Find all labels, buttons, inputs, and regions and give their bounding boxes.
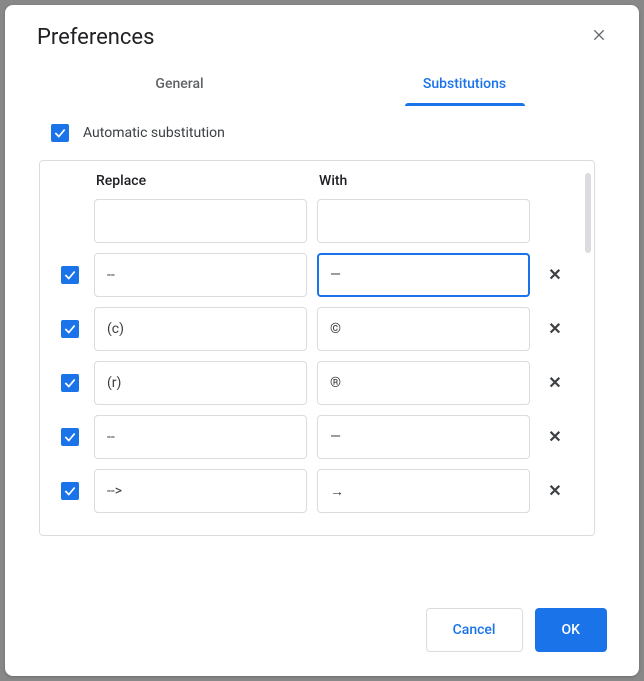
- check-icon: [63, 268, 77, 282]
- table-row: ✕: [56, 361, 570, 405]
- check-icon: [63, 430, 77, 444]
- row-checkbox[interactable]: [61, 374, 79, 392]
- with-input[interactable]: [317, 307, 530, 351]
- with-input[interactable]: [317, 361, 530, 405]
- table-row: ✕: [56, 469, 570, 513]
- table-row: ✕: [56, 253, 570, 297]
- dialog-footer: Cancel OK: [5, 584, 639, 676]
- row-checkbox[interactable]: [61, 428, 79, 446]
- table-row-new: [56, 199, 570, 243]
- table-row: ✕: [56, 307, 570, 351]
- ok-button[interactable]: OK: [535, 608, 608, 652]
- scrollbar[interactable]: [585, 173, 591, 253]
- replace-input[interactable]: [94, 415, 307, 459]
- close-button[interactable]: [587, 26, 611, 50]
- check-icon: [53, 126, 67, 140]
- preferences-dialog: Preferences General Substitutions Automa…: [5, 5, 639, 676]
- row-checkbox[interactable]: [61, 320, 79, 338]
- delete-row-button[interactable]: ✕: [544, 369, 565, 397]
- delete-row-button[interactable]: ✕: [544, 261, 565, 289]
- table-row: ✕: [56, 415, 570, 459]
- delete-row-button[interactable]: ✕: [544, 477, 565, 505]
- replace-input[interactable]: [94, 253, 307, 297]
- auto-substitution-label: Automatic substitution: [83, 125, 225, 141]
- with-input[interactable]: [317, 253, 530, 297]
- replace-input-new[interactable]: [94, 199, 307, 243]
- row-checkbox[interactable]: [61, 482, 79, 500]
- replace-input[interactable]: [94, 469, 307, 513]
- delete-row-button[interactable]: ✕: [544, 423, 565, 451]
- replace-input[interactable]: [94, 361, 307, 405]
- cancel-button[interactable]: Cancel: [426, 608, 523, 652]
- delete-row-button[interactable]: ✕: [544, 315, 565, 343]
- replace-input[interactable]: [94, 307, 307, 351]
- delete-icon: ✕: [548, 267, 561, 284]
- header-with: With: [317, 173, 530, 189]
- with-input[interactable]: [317, 469, 530, 513]
- close-icon: [591, 27, 607, 48]
- auto-substitution-row: Automatic substitution: [51, 124, 607, 142]
- delete-icon: ✕: [548, 321, 561, 338]
- substitution-table: Replace With: [39, 160, 595, 536]
- check-icon: [63, 376, 77, 390]
- tab-general[interactable]: General: [37, 64, 322, 106]
- tab-substitutions[interactable]: Substitutions: [322, 64, 607, 106]
- table-header: Replace With: [56, 173, 570, 189]
- table-scroll[interactable]: Replace With: [40, 161, 594, 535]
- check-icon: [63, 322, 77, 336]
- with-input[interactable]: [317, 415, 530, 459]
- tabs: General Substitutions: [5, 58, 639, 106]
- auto-substitution-checkbox[interactable]: [51, 124, 69, 142]
- content: Automatic substitution Replace With: [5, 106, 639, 584]
- delete-icon: ✕: [548, 483, 561, 500]
- header-replace: Replace: [94, 173, 307, 189]
- with-input-new[interactable]: [317, 199, 530, 243]
- check-icon: [63, 484, 77, 498]
- dialog-header: Preferences: [5, 5, 639, 58]
- delete-icon: ✕: [548, 429, 561, 446]
- row-checkbox[interactable]: [61, 266, 79, 284]
- delete-icon: ✕: [548, 375, 561, 392]
- dialog-title: Preferences: [37, 25, 154, 50]
